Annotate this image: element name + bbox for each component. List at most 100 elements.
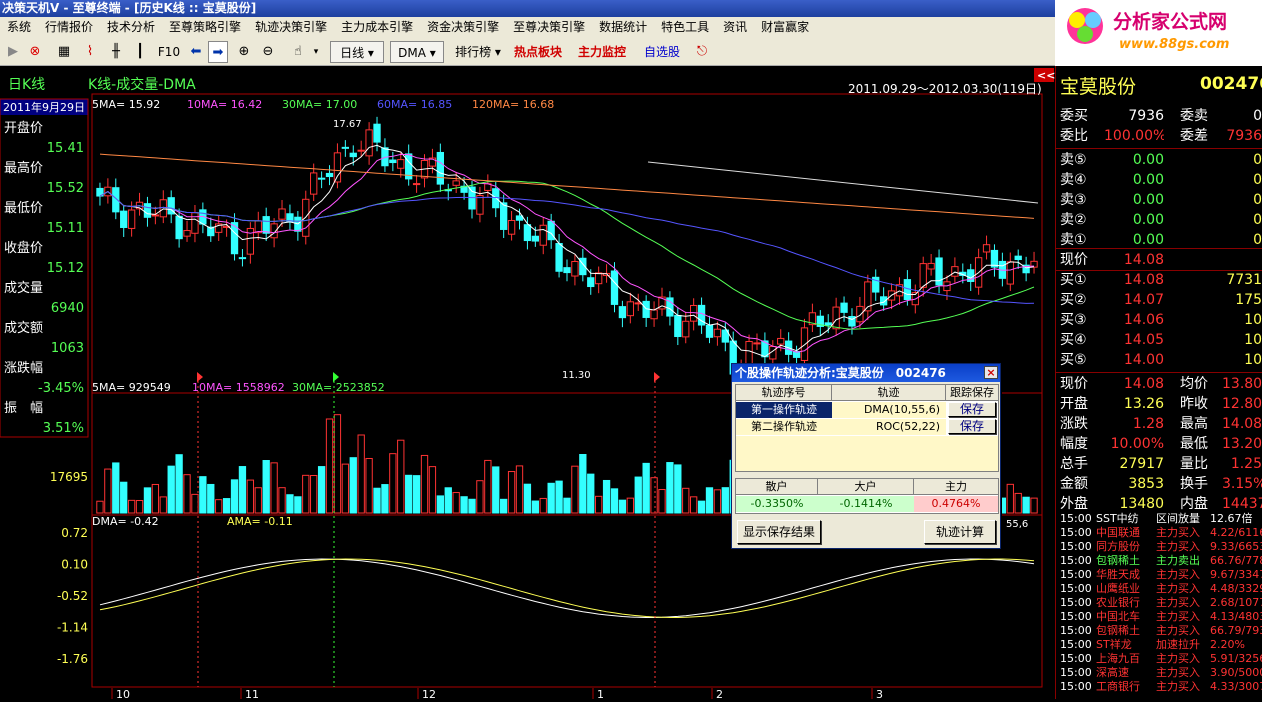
candle (919, 263, 927, 288)
menu-item[interactable]: 资金决策引擎 (420, 17, 506, 38)
menu-item[interactable]: 财富赢家 (754, 17, 816, 38)
candle (1014, 255, 1022, 261)
volume-bar (191, 493, 199, 514)
watchlist-button[interactable]: 自选股 (640, 41, 684, 63)
candle-icon[interactable]: ╫ (106, 41, 126, 63)
list-item[interactable]: 15:00 SST中纺 区间放量 12.67倍 (1056, 512, 1262, 526)
list-item[interactable]: 15:00 上海九百 主力买入 5.91/3256 (1056, 652, 1262, 666)
menu-item[interactable]: 技术分析 (100, 17, 162, 38)
menu-item[interactable]: 系统 (0, 17, 38, 38)
close-icon[interactable]: × (984, 366, 998, 379)
quote-cell: 7731 (1226, 272, 1262, 288)
zoom-in-icon[interactable]: ⊕ (234, 41, 254, 63)
info-value: 15.41 (47, 141, 84, 156)
list-cell: 主力买入 (1156, 610, 1200, 623)
period-select[interactable]: 日线 ▾ (330, 41, 384, 63)
bar-icon[interactable]: ┃ (130, 41, 150, 63)
candle (507, 220, 516, 235)
arrow-right-icon[interactable]: ➡ (208, 41, 228, 63)
candle (610, 270, 619, 305)
list-cell: 15:00 (1060, 582, 1092, 595)
track-calc-button[interactable]: 轨迹计算 (924, 520, 996, 544)
menu-item[interactable]: 主力成本引擎 (334, 17, 420, 38)
quote-cell: 卖⑤ (1060, 152, 1087, 168)
info-label: 收盘价 (4, 240, 43, 256)
list-item[interactable]: 15:00 深高速 主力买入 3.90/5000 (1056, 666, 1262, 680)
info-value: 15.11 (47, 221, 84, 236)
quote-cell: 3.15% (1222, 476, 1262, 492)
line-chart-icon[interactable]: ⌇ (80, 41, 100, 63)
volume-bar (381, 484, 389, 514)
menu-item[interactable]: 特色工具 (654, 17, 716, 38)
quote-cell: 14.08 (1123, 272, 1164, 288)
stop-icon[interactable]: ⊗ (25, 41, 45, 63)
candle (159, 199, 167, 218)
f10-button[interactable]: F10 (156, 41, 182, 63)
list-item[interactable]: 15:00 中国联通 主力买入 4.22/6116 (1056, 526, 1262, 540)
list-item[interactable]: 15:00 包钢稀土 主力卖出 66.76/7781 (1056, 554, 1262, 568)
list-item[interactable]: 15:00 山鹰纸业 主力买入 4.48/3329 (1056, 582, 1262, 596)
arrow-left-icon[interactable]: ⬅ (186, 41, 206, 63)
play-icon[interactable]: ▶ (3, 41, 23, 63)
volume-bar (626, 497, 634, 514)
track-table: 轨迹序号 轨迹 跟踪保存 第一操作轨迹 DMA(10,55,6) 保存 第二操作… (735, 384, 999, 472)
show-saved-results-button[interactable]: 显示保存结果 (737, 520, 821, 544)
quote-row: 外盘 13480 内盘 14437 (1056, 494, 1262, 514)
list-item[interactable]: 15:00 农业银行 主力买入 2.68/1077 (1056, 596, 1262, 610)
exit-icon[interactable]: ⎋ (692, 41, 712, 63)
grid-icon[interactable]: ▦ (54, 41, 74, 63)
volume-bar (365, 457, 373, 514)
hot-sector-button[interactable]: 热点板块 (510, 41, 566, 63)
menu-item[interactable]: 轨迹决策引擎 (248, 17, 334, 38)
volume-bar (143, 487, 152, 514)
menu-item[interactable]: 资讯 (716, 17, 754, 38)
volume-bar (610, 488, 619, 514)
zoom-out-icon[interactable]: ⊖ (258, 41, 278, 63)
list-item[interactable]: 15:00 中国北车 主力买入 4.13/4803 (1056, 610, 1262, 624)
ranking-label: 排行榜 (455, 45, 492, 59)
quote-cell: 均价 (1180, 376, 1208, 392)
list-cell: 12.67倍 (1210, 512, 1253, 525)
candle (523, 224, 532, 242)
list-item[interactable]: 15:00 包钢稀土 主力买入 66.79/793 (1056, 624, 1262, 638)
quote-cell: 100.00% (1104, 128, 1164, 144)
list-cell: 2.20% (1210, 638, 1245, 651)
quote-cell: 13.80 (1222, 376, 1262, 392)
list-cell: 15:00 (1060, 568, 1092, 581)
candle (373, 123, 381, 143)
table-row[interactable]: 第二操作轨迹 ROC(52,22) 保存 (736, 419, 998, 435)
list-cell: 中国联通 (1096, 526, 1140, 539)
quote-row: 买② 14.07 175 (1056, 290, 1262, 310)
quote-cell: 0 (1253, 108, 1262, 124)
table-row[interactable]: 第一操作轨迹 DMA(10,55,6) 保存 (736, 402, 998, 418)
candle (650, 309, 658, 320)
save-button[interactable]: 保存 (948, 402, 996, 417)
market-radar-list[interactable]: 15:00 SST中纺 区间放量 12.67倍 15:00 中国联通 主力买入 4.22/61… (1056, 512, 1262, 694)
list-item[interactable]: 15:00 工商银行 主力买入 4.33/3007 (1056, 680, 1262, 694)
dma-legend: DMA= -0.42 (92, 515, 159, 528)
quote-cell: 幅度 (1060, 436, 1088, 452)
hand-icon[interactable]: ☝ (288, 41, 308, 63)
list-cell: 主力买入 (1156, 540, 1200, 553)
candle (982, 244, 991, 253)
indicator-select[interactable]: DMA ▾ (390, 41, 444, 63)
save-button[interactable]: 保存 (948, 419, 996, 434)
vol-legend: 30MA= 2523852 (292, 381, 385, 394)
quote-cell: 外盘 (1060, 496, 1088, 512)
divider (1056, 248, 1262, 249)
menu-item[interactable]: 行情报价 (38, 17, 100, 38)
menu-item[interactable]: 数据统计 (592, 17, 654, 38)
quote-cell: 金额 (1060, 476, 1088, 492)
chevron-down-icon[interactable]: ▾ (310, 41, 322, 63)
list-item[interactable]: 15:00 ST祥龙 加速拉升 2.20% (1056, 638, 1262, 652)
menu-item[interactable]: 至尊策略引擎 (162, 17, 248, 38)
quote-cell: 买① (1060, 272, 1087, 288)
list-item[interactable]: 15:00 华胜天成 主力买入 9.67/3347 (1056, 568, 1262, 582)
list-cell: 包钢稀土 (1096, 554, 1140, 567)
list-cell: 山鹰纸业 (1096, 582, 1140, 595)
menu-item[interactable]: 至尊决策引擎 (506, 17, 592, 38)
list-item[interactable]: 15:00 同方股份 主力买入 9.33/6653 (1056, 540, 1262, 554)
ranking-button[interactable]: 排行榜 ▾ (450, 41, 506, 63)
divider (1056, 270, 1262, 271)
main-monitor-button[interactable]: 主力监控 (574, 41, 630, 63)
